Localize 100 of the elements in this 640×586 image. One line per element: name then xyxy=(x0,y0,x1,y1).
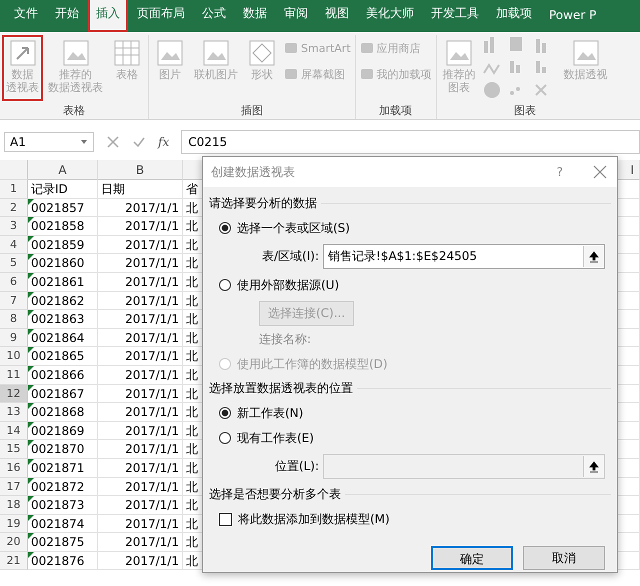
name-box[interactable]: A1 xyxy=(4,132,94,152)
table-cell: 2017/1/1 xyxy=(98,272,183,292)
checkbox[interactable] xyxy=(219,512,232,526)
row-header[interactable]: 11 xyxy=(0,366,28,385)
table-cell: 2017/1/1 xyxy=(98,347,183,366)
radio-button[interactable] xyxy=(219,407,231,419)
ribbon-tab[interactable]: 文件 xyxy=(6,0,46,32)
ribbon-group-label: 表格 xyxy=(62,103,86,119)
ribbon-command-icon xyxy=(60,38,90,68)
field-label: 位置(L): xyxy=(274,458,320,475)
dropdown-icon[interactable] xyxy=(80,139,88,145)
table-cell: 2017/1/1 xyxy=(98,403,183,422)
row-header[interactable]: 5 xyxy=(0,254,28,273)
ribbon-tab[interactable]: 加载项 xyxy=(488,0,540,32)
row-header[interactable]: 9 xyxy=(0,328,28,348)
table-cell: 2017/1/1 xyxy=(98,254,183,273)
ribbon-group-label: 图表 xyxy=(513,103,538,119)
row-header[interactable]: 7 xyxy=(0,292,28,310)
connection-name-label: 连接名称: xyxy=(259,331,312,348)
ribbon-tab[interactable]: Power P xyxy=(541,0,604,32)
row-header[interactable]: 6 xyxy=(0,272,28,292)
close-icon[interactable] xyxy=(593,165,607,179)
radio-button[interactable] xyxy=(219,222,231,234)
row-header[interactable]: 21 xyxy=(0,552,28,570)
ribbon-group-label: 插图 xyxy=(240,103,264,119)
row-header[interactable]: 8 xyxy=(0,310,28,329)
table-cell: 0021864 xyxy=(28,328,98,348)
ribbon-command-icon xyxy=(247,38,277,68)
table-cell: 2017/1/1 xyxy=(98,552,183,570)
table-cell: 0021868 xyxy=(28,403,98,422)
column-header[interactable]: A xyxy=(28,160,98,180)
table-cell: 2017/1/1 xyxy=(98,422,183,440)
row-header[interactable]: 14 xyxy=(0,422,28,440)
table-cell: 日期 xyxy=(98,180,183,199)
table-cell: 0021865 xyxy=(28,347,98,366)
table-cell: 2017/1/1 xyxy=(98,440,183,459)
cancel-button[interactable]: 取消 xyxy=(523,546,605,570)
table-cell: 记录ID xyxy=(28,180,98,199)
ribbon-tab[interactable]: 美化大师 xyxy=(358,0,422,32)
ribbon-tab[interactable]: 开发工具 xyxy=(423,0,487,32)
table-cell: 2017/1/1 xyxy=(98,496,183,515)
field-label: 表/区域(I): xyxy=(261,248,320,265)
table-cell: 0021862 xyxy=(28,292,98,310)
row-header[interactable]: 4 xyxy=(0,236,28,254)
row-header[interactable]: 15 xyxy=(0,440,28,459)
table-cell: 2017/1/1 xyxy=(98,328,183,348)
table-cell: 2017/1/1 xyxy=(98,198,183,218)
ok-button[interactable]: 确定 xyxy=(431,546,513,570)
ribbon-tab[interactable]: 插入 xyxy=(88,0,128,32)
table-cell: 0021871 xyxy=(28,458,98,478)
row-header[interactable]: 20 xyxy=(0,533,28,552)
column-header[interactable]: B xyxy=(98,160,183,180)
ribbon-tab[interactable]: 视图 xyxy=(317,0,357,32)
ribbon-command-icon xyxy=(284,41,298,55)
table-cell: 0021869 xyxy=(28,422,98,440)
radio-button[interactable] xyxy=(219,279,231,291)
ribbon-tab[interactable]: 审阅 xyxy=(276,0,316,32)
ribbon-tab[interactable]: 开始 xyxy=(47,0,87,32)
table-cell: 2017/1/1 xyxy=(98,310,183,329)
check-icon[interactable] xyxy=(132,135,146,149)
row-header[interactable]: 2 xyxy=(0,198,28,218)
table-cell: 0021867 xyxy=(28,384,98,404)
row-header[interactable]: 17 xyxy=(0,478,28,496)
table-cell: 0021866 xyxy=(28,366,98,385)
ribbon-tab[interactable]: 数据 xyxy=(235,0,275,32)
row-header[interactable]: 13 xyxy=(0,403,28,422)
table-cell: 2017/1/1 xyxy=(98,514,183,534)
table-cell: 0021859 xyxy=(28,236,98,254)
table-cell: 0021863 xyxy=(28,310,98,329)
dialog-title: 创建数据透视表 xyxy=(211,164,296,180)
ribbon-command-icon xyxy=(112,38,142,68)
collapse-dialog-button[interactable] xyxy=(583,246,604,267)
table-cell: 0021860 xyxy=(28,254,98,273)
table-cell: 2017/1/1 xyxy=(98,533,183,552)
row-header[interactable]: 1 xyxy=(0,180,28,199)
radio-button[interactable] xyxy=(219,432,231,444)
ribbon-tab[interactable]: 公式 xyxy=(194,0,234,32)
row-header[interactable]: 10 xyxy=(0,347,28,366)
row-header[interactable]: 3 xyxy=(0,217,28,236)
table-cell: 0021874 xyxy=(28,514,98,534)
row-header[interactable]: 12 xyxy=(0,384,28,404)
table-cell: 0021857 xyxy=(28,198,98,218)
table-cell: 0021876 xyxy=(28,552,98,570)
table-cell: 0021872 xyxy=(28,478,98,496)
ribbon-command-icon xyxy=(360,67,374,81)
help-button[interactable]: ? xyxy=(556,165,563,179)
table-cell: 2017/1/1 xyxy=(98,292,183,310)
table-cell: 0021875 xyxy=(28,533,98,552)
error-indicator-icon[interactable] xyxy=(28,478,34,484)
formula-input[interactable]: C0215 xyxy=(181,130,640,154)
table-cell: 2017/1/1 xyxy=(98,236,183,254)
row-header[interactable]: 18 xyxy=(0,496,28,515)
table-cell: 0021861 xyxy=(28,272,98,292)
ribbon-command-icon xyxy=(570,38,601,68)
row-header[interactable]: 16 xyxy=(0,458,28,478)
table-cell: 2017/1/1 xyxy=(98,366,183,385)
insert-function-button[interactable]: fx xyxy=(158,135,170,149)
row-header[interactable]: 19 xyxy=(0,514,28,534)
range-field[interactable]: 销售记录!$A$1:$E$24505 xyxy=(323,244,605,269)
ribbon-tab[interactable]: 页面布局 xyxy=(129,0,193,32)
